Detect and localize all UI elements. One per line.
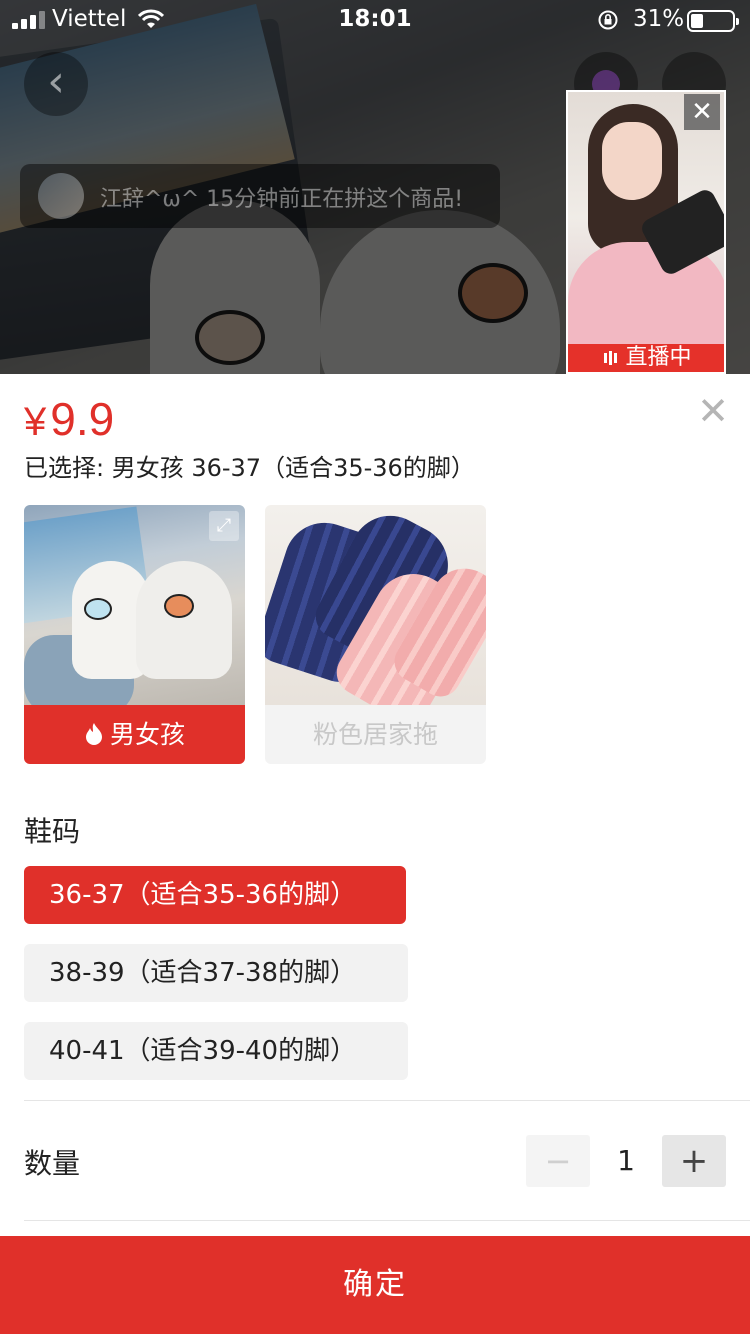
plus-icon: +: [679, 1141, 709, 1181]
variant-label: 男女孩: [24, 705, 245, 764]
variant-label-text: 男女孩: [109, 720, 185, 749]
close-sheet-button[interactable]: ✕: [696, 392, 730, 430]
quantity-decrease-button[interactable]: −: [526, 1135, 590, 1187]
variant-option-disabled[interactable]: 粉色居家拖: [265, 505, 486, 764]
quantity-label: 数量: [24, 1147, 81, 1180]
group-buy-notice-text: 江辞^ω^ 15分钟前正在拼这个商品!: [100, 187, 464, 212]
size-option-38-39[interactable]: 38-39（适合37-38的脚）: [24, 944, 408, 1002]
close-icon: ✕: [697, 389, 729, 433]
live-close-button[interactable]: ✕: [684, 94, 720, 130]
variant-option-selected[interactable]: ⤢ 男女孩: [24, 505, 245, 764]
variant-image: ⤢: [24, 505, 245, 705]
size-option-36-37[interactable]: 36-37（适合35-36的脚）: [24, 866, 406, 924]
rotation-lock-icon: [598, 10, 618, 30]
status-bar: Viettel 18:01 31%: [0, 0, 750, 40]
battery-percent: 31%: [633, 6, 685, 32]
minus-icon: −: [544, 1142, 572, 1180]
sku-sheet: ¥9.9 ✕ 已选择: 男女孩 36-37（适合35-36的脚） ⤢ 男女孩 粉…: [0, 374, 750, 1334]
quantity-increase-button[interactable]: +: [662, 1135, 726, 1187]
confirm-button[interactable]: 确定: [0, 1236, 750, 1334]
price: ¥9.9: [24, 392, 114, 446]
expand-image-icon[interactable]: ⤢: [209, 511, 239, 541]
back-button[interactable]: ‹: [24, 52, 88, 116]
variant-label-text: 粉色居家拖: [265, 705, 486, 764]
divider: [24, 1100, 750, 1101]
selected-summary: 已选择: 男女孩 36-37（适合35-36的脚）: [24, 454, 475, 482]
price-value: 9.9: [50, 393, 115, 445]
live-bars-icon: [604, 344, 619, 372]
battery-icon: [687, 10, 739, 32]
flame-icon: [85, 723, 102, 745]
live-badge: 直播中: [568, 344, 724, 372]
size-section-title: 鞋码: [24, 815, 81, 848]
live-stream-window[interactable]: ✕ 直播中: [566, 90, 726, 374]
avatar: [38, 173, 84, 219]
group-buy-notice: 江辞^ω^ 15分钟前正在拼这个商品!: [20, 164, 500, 228]
currency-symbol: ¥: [24, 400, 47, 444]
chevron-left-icon: ‹: [47, 56, 65, 107]
live-badge-label: 直播中: [625, 345, 692, 370]
quantity-value[interactable]: 1: [596, 1135, 656, 1187]
size-option-40-41[interactable]: 40-41（适合39-40的脚）: [24, 1022, 408, 1080]
divider: [24, 1220, 750, 1221]
variant-image: [265, 505, 486, 705]
